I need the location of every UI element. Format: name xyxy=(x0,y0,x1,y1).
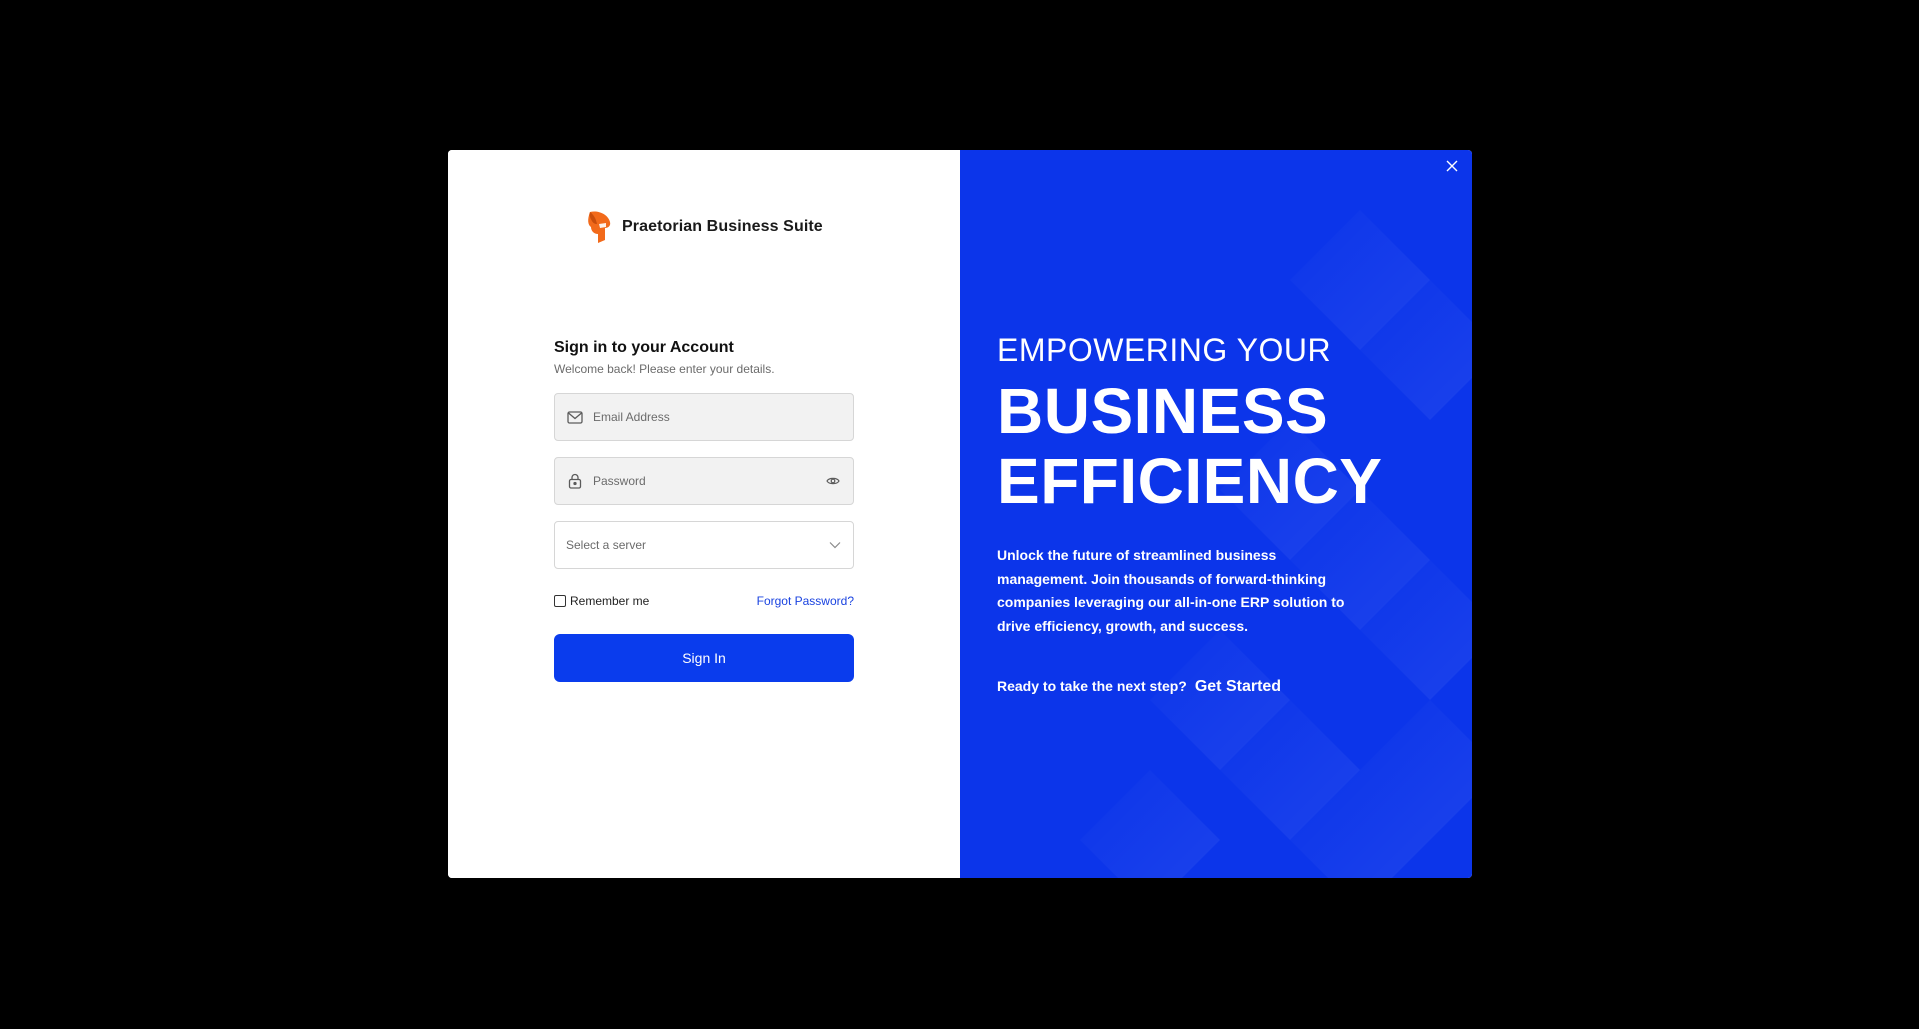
sign-in-button[interactable]: Sign In xyxy=(554,634,854,682)
close-button[interactable] xyxy=(1442,156,1462,176)
remember-label: Remember me xyxy=(570,594,650,608)
brand: Praetorian Business Suite xyxy=(584,210,823,244)
promo-panel: EMPOWERING YOUR BUSINESS EFFICIENCY Unlo… xyxy=(960,150,1472,878)
cta-row: Ready to take the next step? Get Started xyxy=(997,678,1281,696)
hero-heading-line1: BUSINESS xyxy=(997,375,1329,447)
hero-pre-heading: EMPOWERING YOUR xyxy=(997,332,1332,368)
password-field[interactable] xyxy=(554,457,854,505)
get-started-link[interactable]: Get Started xyxy=(1195,678,1281,696)
brand-name: Praetorian Business Suite xyxy=(622,218,823,235)
forgot-password-link[interactable]: Forgot Password? xyxy=(757,594,854,608)
remember-checkbox[interactable] xyxy=(554,595,566,607)
email-field[interactable] xyxy=(554,393,854,441)
eye-icon[interactable] xyxy=(824,472,842,490)
login-panel: Praetorian Business Suite Sign in to you… xyxy=(448,150,960,878)
promo-description: Unlock the future of streamlined busines… xyxy=(997,547,1345,634)
hero-heading-line2: EFFICIENCY xyxy=(997,445,1383,517)
form-title: Sign in to your Account xyxy=(554,339,734,356)
form-subtitle: Welcome back! Please enter your details. xyxy=(554,362,775,376)
form-options: Remember me Forgot Password? xyxy=(554,592,854,610)
login-modal: Praetorian Business Suite Sign in to you… xyxy=(448,150,1472,878)
lock-icon xyxy=(566,472,584,490)
remember-me[interactable]: Remember me xyxy=(554,594,649,608)
chevron-down-icon xyxy=(827,537,843,553)
server-select-value: Select a server xyxy=(566,538,647,552)
email-input[interactable] xyxy=(591,394,853,440)
server-select[interactable]: Select a server xyxy=(554,521,854,569)
hero-heading: EMPOWERING YOUR BUSINESS EFFICIENCY xyxy=(997,330,1437,516)
password-input[interactable] xyxy=(591,458,824,504)
cta-text: Ready to take the next step? xyxy=(997,678,1187,694)
mail-icon xyxy=(566,408,584,426)
spartan-helmet-icon xyxy=(588,211,611,243)
close-icon xyxy=(1446,160,1458,172)
login-form: Sign in to your Account Welcome back! Pl… xyxy=(554,337,854,682)
